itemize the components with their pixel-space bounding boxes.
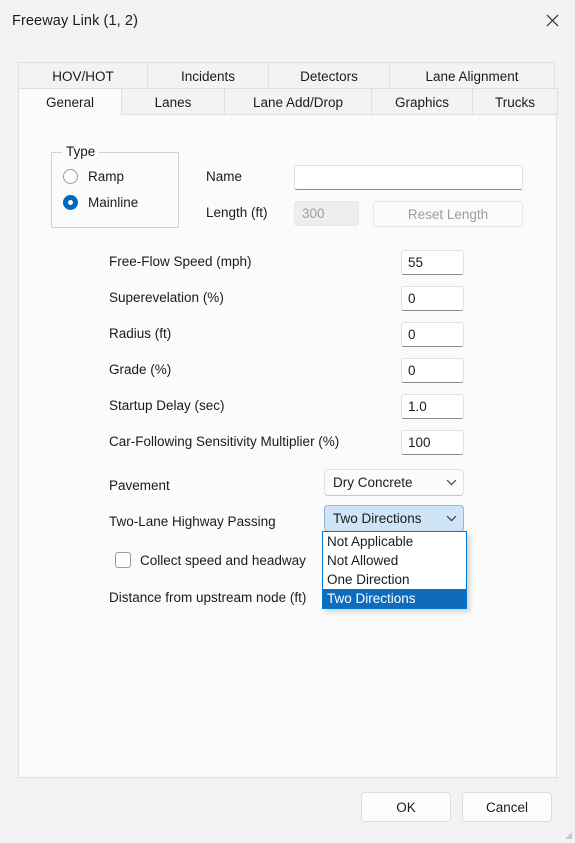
radius-label: Radius (ft) [109,326,172,341]
tab-label: Lane Add/Drop [252,94,344,110]
radius-input[interactable] [401,322,464,347]
two-lane-highway-passing-combobox[interactable]: Two Directions [324,505,464,532]
type-groupbox: Type Ramp Mainline [51,144,179,228]
chevron-down-icon [439,479,463,486]
radio-type-mainline[interactable]: Mainline [63,195,138,210]
name-label: Name [206,169,243,184]
dropdown-option-not-allowed[interactable]: Not Allowed [323,551,466,570]
ok-button[interactable]: OK [361,792,451,822]
car-following-sensitivity-input[interactable] [401,430,464,455]
name-input[interactable] [294,165,523,190]
tab-lanes[interactable]: Lanes [121,88,225,115]
pavement-combobox[interactable]: Dry Concrete [324,469,464,496]
radio-checked-icon [63,195,78,210]
two-lane-highway-passing-dropdown-list: Not Applicable Not Allowed One Direction… [322,531,467,609]
tab-row-bottom: General Lanes Lane Add/Drop Graphics Tru… [18,88,558,115]
tab-label: Detectors [300,68,358,84]
tab-label: HOV/HOT [52,68,114,84]
radio-unchecked-icon [63,169,78,184]
tab-label: Graphics [394,94,450,110]
window-title: Freeway Link (1, 2) [12,13,138,29]
two-lane-highway-passing-value: Two Directions [333,511,422,526]
tab-row-top: HOV/HOT Incidents Detectors Lane Alignme… [18,62,557,89]
tab-hov-hot[interactable]: HOV/HOT [18,62,148,89]
type-groupbox-legend: Type [62,144,100,159]
collect-speed-headway-label: Collect speed and headway [140,552,306,568]
resize-grip[interactable] [561,828,573,840]
tab-label: General [45,94,95,110]
radio-label: Ramp [88,169,125,184]
startup-delay-input[interactable] [401,394,464,419]
two-lane-highway-passing-label: Two-Lane Highway Passing [109,514,276,529]
grade-label: Grade (%) [109,362,172,377]
tab-label: Incidents [180,68,236,84]
startup-delay-label: Startup Delay (sec) [109,398,225,413]
tab-label: Trucks [495,94,535,110]
tab-detectors[interactable]: Detectors [268,62,390,89]
free-flow-speed-label: Free-Flow Speed (mph) [109,254,252,269]
distance-from-upstream-node-label: Distance from upstream node (ft) [109,590,307,605]
pavement-label: Pavement [109,478,170,493]
title-bar: Freeway Link (1, 2) [0,0,575,44]
length-label: Length (ft) [206,205,268,220]
length-input: 300 [294,201,359,226]
dropdown-option-not-applicable[interactable]: Not Applicable [323,532,466,551]
radio-type-ramp[interactable]: Ramp [63,169,124,184]
tab-general[interactable]: General [18,88,122,115]
reset-length-button: Reset Length [373,201,523,227]
close-button[interactable] [529,0,575,40]
checkbox-unchecked-icon [115,552,131,568]
grade-input[interactable] [401,358,464,383]
dropdown-option-two-directions[interactable]: Two Directions [323,589,466,608]
chevron-down-icon [439,515,463,522]
radio-label: Mainline [88,195,139,210]
freeway-link-dialog: Freeway Link (1, 2) HOV/HOT Incidents De… [0,0,575,842]
tab-lane-add-drop[interactable]: Lane Add/Drop [224,88,372,115]
close-icon [546,14,559,27]
tab-trucks[interactable]: Trucks [472,88,558,115]
superelevation-input[interactable] [401,286,464,311]
tab-incidents[interactable]: Incidents [147,62,269,89]
superelevation-label: Superevelation (%) [109,290,224,305]
tab-graphics[interactable]: Graphics [371,88,473,115]
tab-label: Lane Alignment [425,68,519,84]
cancel-button[interactable]: Cancel [462,792,552,822]
tab-lane-alignment[interactable]: Lane Alignment [389,62,555,89]
collect-speed-headway-checkbox[interactable]: Collect speed and headway [115,552,306,568]
dropdown-option-one-direction[interactable]: One Direction [323,570,466,589]
free-flow-speed-input[interactable] [401,250,464,275]
car-following-sensitivity-label: Car-Following Sensitivity Multiplier (%) [109,434,340,449]
tab-label: Lanes [154,94,192,110]
general-tab-panel: Type Ramp Mainline Name Length (ft) 300 … [18,114,557,778]
pavement-combobox-value: Dry Concrete [333,475,413,490]
tab-strip: HOV/HOT Incidents Detectors Lane Alignme… [18,62,558,116]
